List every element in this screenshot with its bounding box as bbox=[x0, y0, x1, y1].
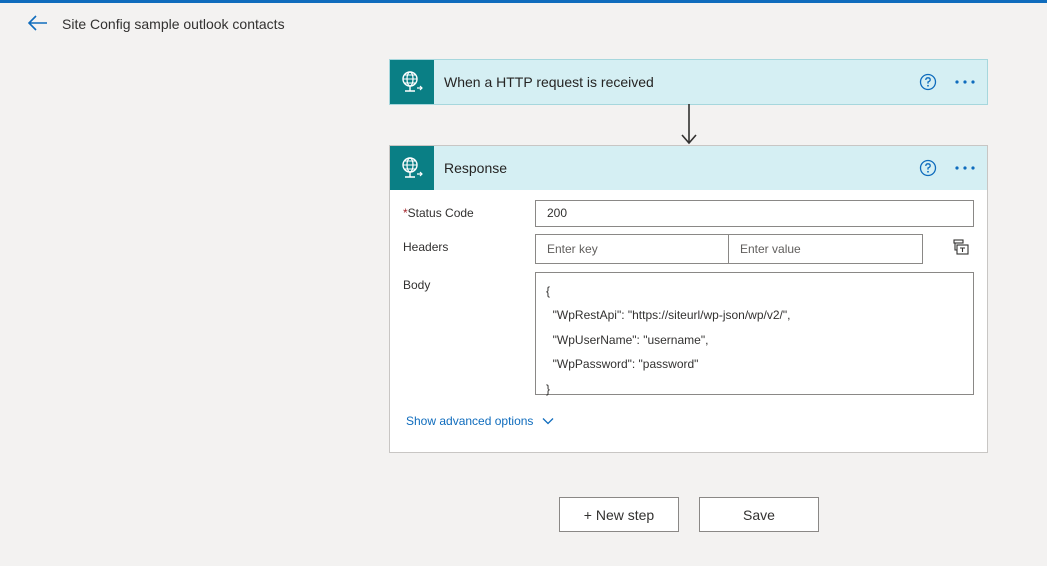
show-advanced-options-label: Show advanced options bbox=[406, 414, 534, 428]
save-button[interactable]: Save bbox=[699, 497, 819, 532]
more-options-icon[interactable] bbox=[953, 158, 977, 178]
arrow-left-icon bbox=[27, 15, 47, 31]
chevron-down-icon bbox=[542, 418, 554, 425]
page-header: Site Config sample outlook contacts bbox=[0, 3, 1047, 43]
connector-arrow-icon bbox=[679, 104, 699, 146]
body-line: "WpRestApi": "https://siteurl/wp-json/wp… bbox=[546, 308, 791, 323]
response-card[interactable]: Response *Status Code 200 Headers Enter … bbox=[389, 145, 988, 453]
globe-http-icon bbox=[390, 146, 434, 190]
new-step-button[interactable]: + New step bbox=[559, 497, 679, 532]
body-line: "WpPassword": "password" bbox=[546, 357, 699, 372]
body-label: Body bbox=[403, 278, 431, 292]
body-field[interactable]: { "WpRestApi": "https://siteurl/wp-json/… bbox=[535, 272, 974, 396]
response-card-header[interactable]: Response bbox=[390, 146, 987, 190]
more-options-icon[interactable] bbox=[953, 72, 977, 92]
trigger-card-header[interactable]: When a HTTP request is received bbox=[390, 60, 987, 104]
status-code-label: *Status Code bbox=[403, 206, 474, 220]
headers-value-input[interactable]: Enter value bbox=[728, 234, 923, 264]
body-line: "WpUserName": "username", bbox=[546, 332, 709, 347]
body-line: { bbox=[546, 284, 551, 298]
headers-label: Headers bbox=[403, 240, 449, 254]
trigger-title: When a HTTP request is received bbox=[444, 74, 654, 90]
body-line: } bbox=[546, 381, 551, 396]
status-code-label-text: Status Code bbox=[407, 206, 474, 220]
headers-key-input[interactable]: Enter key bbox=[535, 234, 729, 264]
trigger-card[interactable]: When a HTTP request is received bbox=[389, 59, 988, 105]
show-advanced-options-link[interactable]: Show advanced options bbox=[406, 414, 554, 428]
switch-to-text-mode-icon[interactable] bbox=[952, 238, 970, 256]
page-title: Site Config sample outlook contacts bbox=[62, 16, 285, 32]
globe-http-icon bbox=[390, 60, 434, 104]
help-icon[interactable] bbox=[919, 159, 937, 177]
help-icon[interactable] bbox=[919, 73, 937, 91]
back-button[interactable] bbox=[25, 13, 49, 33]
response-title: Response bbox=[444, 160, 508, 176]
status-code-field[interactable]: 200 bbox=[535, 200, 974, 227]
